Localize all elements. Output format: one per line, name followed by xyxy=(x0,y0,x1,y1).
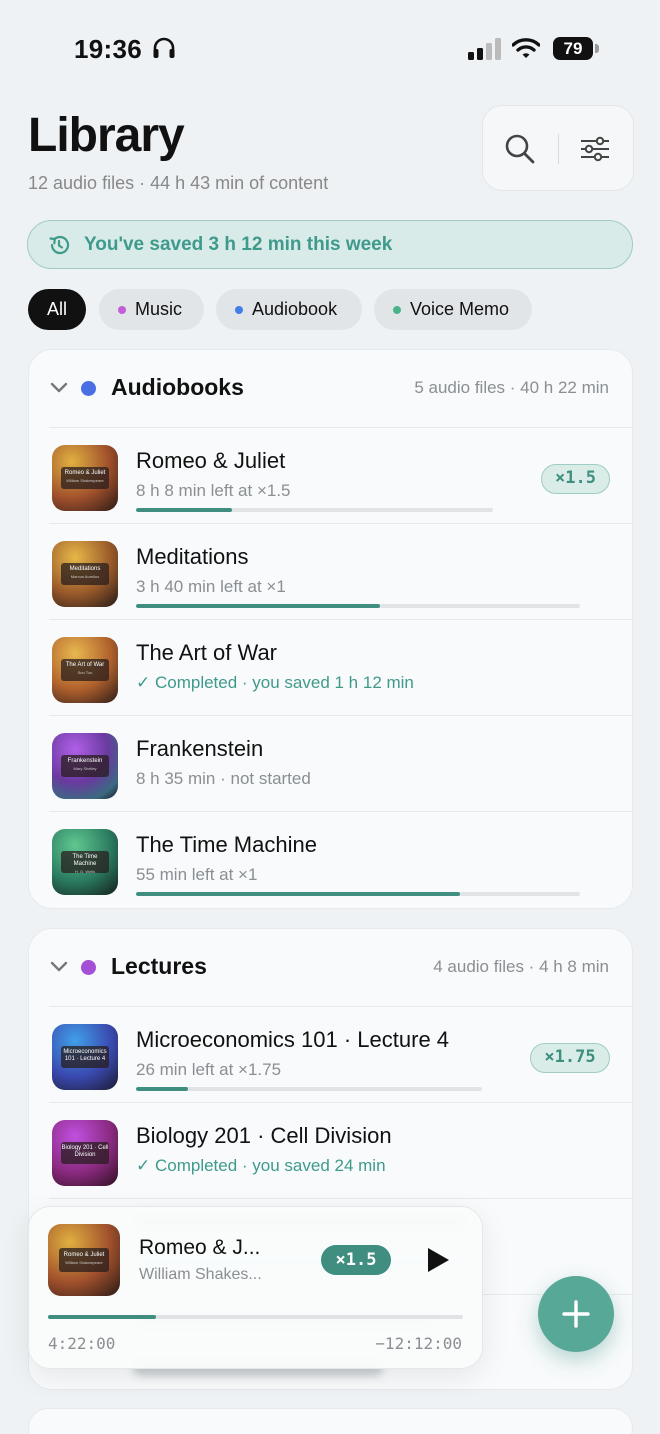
item-subtitle: ✓ Completed · you saved 1 h 12 min xyxy=(136,673,414,692)
item-title: The Time Machine xyxy=(136,832,317,857)
filter-chip-label: Voice Memo xyxy=(410,299,510,319)
section-color-dot xyxy=(81,381,96,396)
toolbar xyxy=(482,105,634,191)
cover-author: H. G. Wells xyxy=(74,869,96,874)
item-title: Biology 201 · Cell Division xyxy=(136,1123,392,1148)
section-collapsed-peek xyxy=(28,1408,633,1434)
cover-title: Microeconomics 101 · Lecture 4 xyxy=(63,1049,107,1062)
playback-speed-button[interactable]: ×1.5 xyxy=(321,1245,391,1275)
section-header[interactable]: Lectures 4 audio files · 4 h 8 min xyxy=(29,929,632,1006)
item-title: Microeconomics 101 · Lecture 4 xyxy=(136,1027,450,1052)
list-item[interactable]: Romeo & Juliet William Shakespeare Romeo … xyxy=(49,427,632,524)
progress-bar xyxy=(136,1087,482,1091)
list-item[interactable]: The Time Machine H. G. Wells The Time Mac… xyxy=(49,811,632,908)
voice-memo-dot xyxy=(393,306,401,314)
plus-icon xyxy=(562,1300,590,1328)
list-item[interactable]: The Art of War Sun Tzu The Art of War ✓ C… xyxy=(49,619,632,716)
headphones-icon xyxy=(153,37,175,58)
chevron-down-icon[interactable] xyxy=(49,959,69,975)
cover-author: Mary Shelley xyxy=(73,766,97,771)
cellular-signal-icon xyxy=(468,38,501,60)
search-icon[interactable] xyxy=(503,132,537,166)
item-title: The Art of War xyxy=(136,640,278,665)
cover-art: The Time Machine H. G. Wells xyxy=(52,829,118,895)
progress-bar xyxy=(136,892,580,896)
cover-title: Frankenstein xyxy=(67,758,103,764)
now-playing-cover: Romeo & Juliet William Shakespeare xyxy=(48,1224,120,1296)
item-subtitle: 3 h 40 min left at ×1 xyxy=(136,577,286,596)
cover-art: The Art of War Sun Tzu xyxy=(52,637,118,703)
list-item[interactable]: Biology 201 · Cell Division Biology 201 … xyxy=(49,1102,632,1199)
item-title: Frankenstein xyxy=(136,736,264,761)
cover-author: William Shakespeare xyxy=(66,478,104,483)
library-summary: 12 audio files · 44 h 43 min of content xyxy=(28,173,329,193)
wifi-icon xyxy=(512,38,540,58)
cover-title: Meditations xyxy=(69,566,101,572)
filter-chip-voice-memo[interactable]: Voice Memo xyxy=(374,289,532,330)
history-icon xyxy=(49,235,70,255)
status-bar: 19:36 79 xyxy=(0,0,660,96)
time-saved-text: You've saved 3 h 12 min this week xyxy=(84,234,393,255)
item-title: Romeo & Juliet xyxy=(136,448,286,473)
item-subtitle: 26 min left at ×1.75 xyxy=(136,1060,282,1079)
progress-bar xyxy=(136,604,580,608)
cover-art: Microeconomics 101 · Lecture 4 xyxy=(52,1024,118,1090)
speed-badge[interactable]: ×1.75 xyxy=(530,1043,610,1073)
item-subtitle: 8 h 35 min · not started xyxy=(136,769,311,788)
section-audiobooks: Audiobooks 5 audio files · 40 h 22 min R… xyxy=(28,349,633,909)
status-time: 19:36 xyxy=(74,34,142,64)
cover-author: Sun Tzu xyxy=(77,670,93,675)
page-title: Library xyxy=(28,109,185,162)
list-item[interactable]: Frankenstein Mary Shelley Frankenstein 8 … xyxy=(49,715,632,812)
speed-badge[interactable]: ×1.5 xyxy=(541,464,610,494)
filter-chip-all[interactable]: All xyxy=(28,289,86,330)
section-color-dot xyxy=(81,960,96,975)
item-subtitle: 55 min left at ×1 xyxy=(136,865,258,884)
item-subtitle: 8 h 8 min left at ×1.5 xyxy=(136,481,291,500)
section-title: Audiobooks xyxy=(111,374,244,400)
cover-art: Romeo & Juliet William Shakespeare xyxy=(52,445,118,511)
play-icon[interactable] xyxy=(426,1247,450,1273)
now-playing-title: Romeo & J... xyxy=(139,1236,261,1259)
cover-title: The Time Machine xyxy=(72,854,98,867)
cover-title: Romeo & Juliet xyxy=(64,470,106,476)
now-playing-artist: William Shakes... xyxy=(139,1266,262,1283)
remaining-time: −12:12:00 xyxy=(375,1334,462,1353)
list-item[interactable]: Meditations Marcus Aurelius Meditations 3… xyxy=(49,523,632,620)
cover-art: Biology 201 · Cell Division xyxy=(52,1120,118,1186)
section-meta: 5 audio files · 40 h 22 min xyxy=(414,378,609,397)
cover-title: Romeo & Juliet xyxy=(63,1252,105,1258)
section-title: Lectures xyxy=(111,953,207,979)
audiobook-dot xyxy=(235,306,243,314)
filter-chip-label: Audiobook xyxy=(252,299,338,319)
section-meta: 4 audio files · 4 h 8 min xyxy=(433,957,609,976)
cover-title: The Art of War xyxy=(65,662,105,668)
cover-author: Marcus Aurelius xyxy=(70,574,100,579)
chevron-down-icon[interactable] xyxy=(49,380,69,396)
section-header[interactable]: Audiobooks 5 audio files · 40 h 22 min xyxy=(29,350,632,427)
progress-bar xyxy=(136,508,493,512)
battery-icon: 79 xyxy=(553,37,599,60)
time-saved-banner[interactable]: You've saved 3 h 12 min this week xyxy=(27,220,633,269)
sliders-icon[interactable] xyxy=(578,132,612,166)
item-title: Meditations xyxy=(136,544,249,569)
filter-chip-music[interactable]: Music xyxy=(99,289,204,330)
cover-art: Frankenstein Mary Shelley xyxy=(52,733,118,799)
add-button[interactable] xyxy=(538,1276,614,1352)
list-item[interactable]: Microeconomics 101 · Lecture 4 Microecon… xyxy=(49,1006,632,1103)
cover-author: William Shakespeare xyxy=(65,1260,103,1265)
battery-level: 79 xyxy=(553,37,593,60)
cover-art: Meditations Marcus Aurelius xyxy=(52,541,118,607)
playback-progress-bar[interactable] xyxy=(48,1315,463,1319)
item-subtitle: ✓ Completed · you saved 24 min xyxy=(136,1156,386,1175)
elapsed-time: 4:22:00 xyxy=(48,1334,116,1353)
cover-title: Biology 201 · Cell Division xyxy=(61,1145,109,1158)
filter-chip-label: Music xyxy=(135,299,183,319)
filter-chip-audiobook[interactable]: Audiobook xyxy=(216,289,362,330)
mini-player[interactable]: Romeo & Juliet William Shakespeare Romeo … xyxy=(28,1206,483,1369)
music-dot xyxy=(118,306,126,314)
